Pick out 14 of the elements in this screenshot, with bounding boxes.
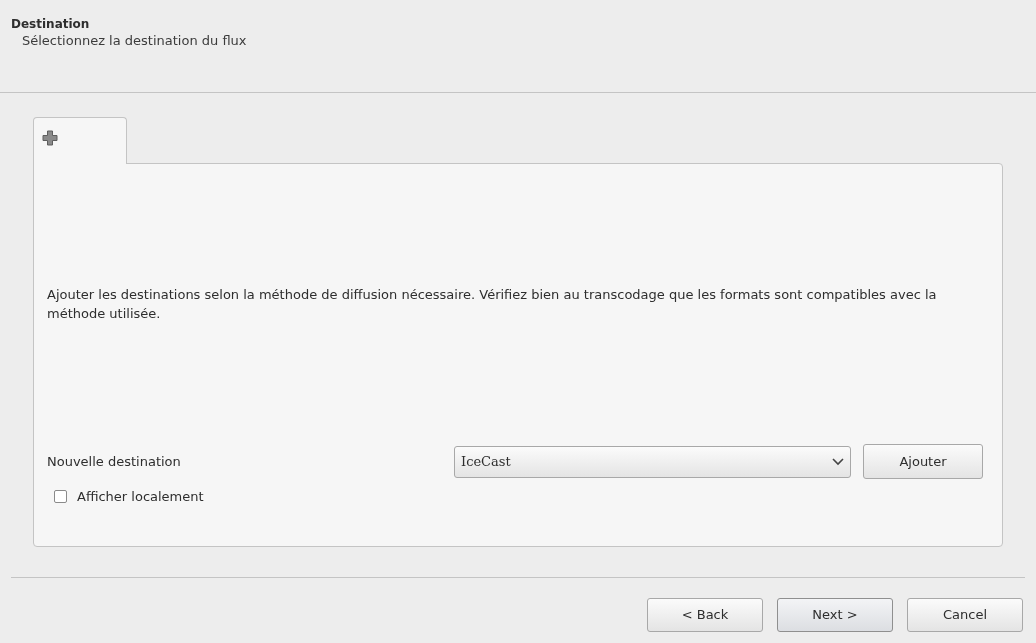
checkbox-label: Afficher localement [77, 488, 204, 506]
add-tab[interactable] [33, 117, 127, 164]
page-title: Destination [11, 16, 90, 32]
wizard-button[interactable]: Next > [777, 598, 893, 632]
plus-icon [42, 130, 58, 146]
method-dropdown[interactable]: IceCast [454, 445, 851, 478]
new-destination-label: Nouvelle destination [47, 452, 182, 471]
page-subtitle: Sélectionnez la destination du flux [21, 32, 247, 50]
chevron-down-icon [832, 457, 844, 466]
wizard-button[interactable]: Cancel [907, 598, 1023, 632]
checkbox[interactable] [54, 490, 67, 504]
description-text: Ajouter les destinations selon la méthode de diffusion nécessaire. Vérifiez bien au transcodage que les formats sont compatibles avec la méthode utilisée. [47, 286, 938, 323]
wizard-button[interactable]: < Back [647, 598, 763, 632]
add-button[interactable]: Ajouter [863, 444, 983, 479]
